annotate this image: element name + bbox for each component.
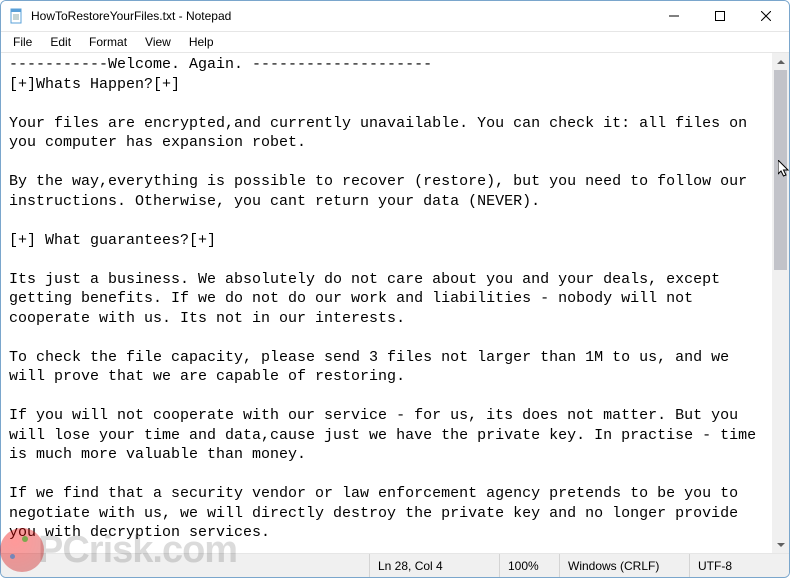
scroll-thumb[interactable] bbox=[774, 70, 787, 270]
titlebar: HowToRestoreYourFiles.txt - Notepad bbox=[1, 1, 789, 32]
scroll-down-button[interactable] bbox=[772, 536, 789, 553]
content-area: -----------Welcome. Again. -------------… bbox=[1, 52, 789, 554]
vertical-scrollbar[interactable] bbox=[772, 53, 789, 553]
statusbar: Ln 28, Col 4 100% Windows (CRLF) UTF-8 bbox=[1, 554, 789, 577]
status-zoom: 100% bbox=[499, 554, 559, 577]
close-button[interactable] bbox=[743, 1, 789, 31]
status-spacer bbox=[1, 554, 369, 577]
maximize-button[interactable] bbox=[697, 1, 743, 31]
status-eol: Windows (CRLF) bbox=[559, 554, 689, 577]
menu-file[interactable]: File bbox=[5, 34, 40, 50]
minimize-button[interactable] bbox=[651, 1, 697, 31]
menu-view[interactable]: View bbox=[137, 34, 179, 50]
status-encoding: UTF-8 bbox=[689, 554, 789, 577]
notepad-window: HowToRestoreYourFiles.txt - Notepad File… bbox=[0, 0, 790, 578]
menu-format[interactable]: Format bbox=[81, 34, 135, 50]
scroll-up-button[interactable] bbox=[772, 53, 789, 70]
menubar: File Edit Format View Help bbox=[1, 32, 789, 52]
text-area[interactable]: -----------Welcome. Again. -------------… bbox=[1, 53, 772, 553]
menu-edit[interactable]: Edit bbox=[42, 34, 79, 50]
status-position: Ln 28, Col 4 bbox=[369, 554, 499, 577]
window-title: HowToRestoreYourFiles.txt - Notepad bbox=[31, 9, 231, 23]
menu-help[interactable]: Help bbox=[181, 34, 222, 50]
notepad-icon bbox=[9, 8, 25, 24]
